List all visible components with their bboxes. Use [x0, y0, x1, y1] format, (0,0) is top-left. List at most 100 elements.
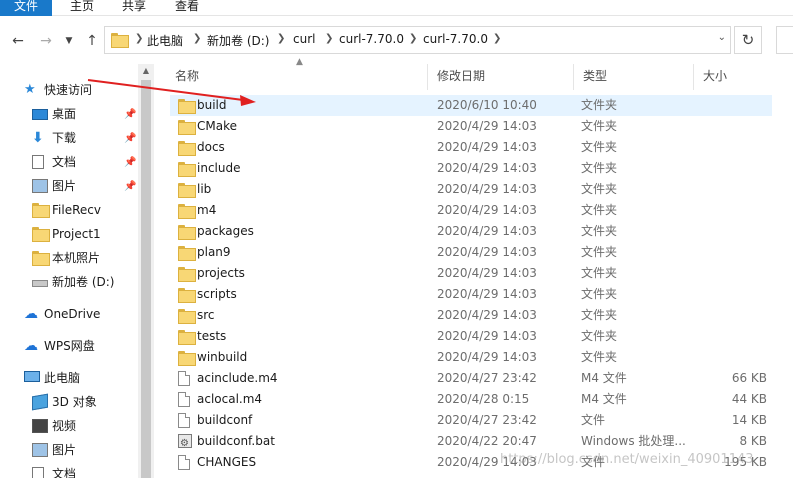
document-icon — [32, 155, 44, 169]
breadcrumb-this-pc[interactable]: 此电脑 — [147, 32, 183, 49]
folder-icon — [178, 225, 196, 240]
file-name: packages — [197, 224, 254, 238]
chevron-right-icon[interactable]: ❯ — [277, 33, 285, 44]
search-input[interactable] — [776, 26, 793, 54]
tab-view[interactable]: 查看 — [168, 0, 206, 16]
chevron-right-icon[interactable]: ❯ — [135, 33, 143, 44]
scroll-up-icon[interactable]: ▲ — [138, 66, 154, 75]
pin-icon[interactable]: 📌 — [124, 157, 136, 168]
file-name: build — [197, 98, 227, 112]
table-row[interactable]: lib 2020/4/29 14:03 文件夹 — [170, 179, 772, 200]
table-row[interactable]: CMake 2020/4/29 14:03 文件夹 — [170, 116, 772, 137]
breadcrumb-curl-version[interactable]: curl-7.70.0 — [339, 32, 404, 46]
tab-share[interactable]: 共享 — [116, 0, 152, 16]
modified-date: 2020/4/27 23:42 — [437, 413, 537, 427]
table-row[interactable]: buildconf.bat 2020/4/22 20:47 Windows 批处理.… — [170, 431, 772, 454]
ribbon-tabs: 文件 主页 共享 查看 — [0, 0, 793, 16]
computer-icon — [24, 371, 40, 382]
chevron-right-icon[interactable]: ❯ — [193, 33, 201, 44]
file-type: Windows 批处理... — [581, 434, 686, 448]
back-arrow-icon[interactable]: ← — [8, 32, 28, 50]
folder-icon — [178, 204, 196, 219]
file-type: 文件夹 — [581, 245, 618, 259]
table-row[interactable]: projects 2020/4/29 14:03 文件夹 — [170, 263, 772, 284]
chevron-down-icon[interactable]: ▼ — [62, 32, 76, 50]
folder-icon — [32, 251, 50, 266]
file-type: 文件夹 — [581, 203, 618, 217]
scrollbar-thumb[interactable] — [141, 80, 151, 478]
file-type: 文件夹 — [581, 140, 618, 154]
table-row[interactable]: packages 2020/4/29 14:03 文件夹 — [170, 221, 772, 242]
refresh-icon[interactable]: ↻ — [734, 26, 762, 54]
file-icon — [178, 371, 190, 386]
file-size: 8 KB — [739, 434, 767, 448]
forward-arrow-icon[interactable]: → — [36, 32, 56, 50]
column-header-name[interactable]: 名称 — [166, 64, 428, 90]
chevron-right-icon[interactable]: ❯ — [325, 33, 333, 44]
tab-file[interactable]: 文件 — [0, 0, 52, 16]
address-bar[interactable]: ❯ 此电脑 ❯ 新加卷 (D:) ❯ curl ❯ curl-7.70.0 ❯ … — [104, 26, 731, 54]
file-type: 文件夹 — [581, 119, 618, 133]
folder-icon — [32, 203, 50, 218]
table-row[interactable]: scripts 2020/4/29 14:03 文件夹 — [170, 284, 772, 305]
folder-icon — [178, 120, 196, 135]
folder-icon — [178, 267, 196, 282]
download-icon: ⬇ — [32, 130, 44, 146]
folder-icon — [111, 33, 129, 48]
file-type: 文件夹 — [581, 329, 618, 343]
star-icon: ★ — [24, 82, 36, 97]
folder-icon — [178, 162, 196, 177]
file-name: CMake — [197, 119, 237, 133]
document-icon — [32, 467, 44, 478]
table-row[interactable]: acinclude.m4 2020/4/27 23:42 M4 文件 66 KB — [170, 368, 772, 389]
chevron-down-icon[interactable]: ⌄ — [718, 32, 726, 43]
table-row[interactable]: docs 2020/4/29 14:03 文件夹 — [170, 137, 772, 158]
file-type: 文件夹 — [581, 266, 618, 280]
breadcrumb-curl[interactable]: curl — [293, 32, 315, 46]
chevron-right-icon[interactable]: ❯ — [409, 33, 417, 44]
modified-date: 2020/4/27 23:42 — [437, 371, 537, 385]
file-size: 14 KB — [731, 413, 767, 427]
file-name: m4 — [197, 203, 217, 217]
column-header-size[interactable]: 大小 — [694, 64, 770, 90]
modified-date: 2020/4/29 14:03 — [437, 161, 537, 175]
folder-icon — [178, 99, 196, 114]
table-row[interactable]: aclocal.m4 2020/4/28 0:15 M4 文件 44 KB — [170, 389, 772, 410]
breadcrumb-curl-version-inner[interactable]: curl-7.70.0 — [423, 32, 488, 46]
file-icon — [178, 413, 190, 428]
table-row[interactable]: src 2020/4/29 14:03 文件夹 — [170, 305, 772, 326]
file-type: M4 文件 — [581, 392, 627, 406]
table-row[interactable]: tests 2020/4/29 14:03 文件夹 — [170, 326, 772, 347]
file-type: 文件夹 — [581, 98, 618, 112]
pin-icon[interactable]: 📌 — [124, 109, 136, 120]
sidebar-scrollbar[interactable]: ▲ — [138, 64, 154, 478]
file-name: aclocal.m4 — [197, 392, 263, 406]
modified-date: 2020/4/29 14:03 — [437, 329, 537, 343]
table-row[interactable]: m4 2020/4/29 14:03 文件夹 — [170, 200, 772, 221]
wps-cloud-icon: ☁ — [24, 338, 38, 354]
drive-icon — [32, 280, 48, 287]
column-header-type[interactable]: 类型 — [574, 64, 694, 90]
modified-date: 2020/4/29 14:03 — [437, 287, 537, 301]
file-name: lib — [197, 182, 212, 196]
table-row[interactable]: plan9 2020/4/29 14:03 文件夹 — [170, 242, 772, 263]
modified-date: 2020/4/29 14:03 — [437, 245, 537, 259]
chevron-right-icon[interactable]: ❯ — [493, 33, 501, 44]
table-row[interactable]: winbuild 2020/4/29 14:03 文件夹 — [170, 347, 772, 368]
table-row[interactable]: build 2020/6/10 10:40 文件夹 — [170, 95, 772, 116]
up-arrow-icon[interactable]: ↑ — [82, 32, 102, 50]
pin-icon[interactable]: 📌 — [124, 181, 136, 192]
file-name: plan9 — [197, 245, 231, 259]
tab-home[interactable]: 主页 — [62, 0, 102, 16]
pin-icon[interactable]: 📌 — [124, 133, 136, 144]
file-type: 文件夹 — [581, 182, 618, 196]
column-header-date[interactable]: 修改日期 — [428, 64, 574, 90]
file-name: buildconf.bat — [197, 434, 275, 448]
table-row[interactable]: include 2020/4/29 14:03 文件夹 — [170, 158, 772, 179]
file-type: 文件夹 — [581, 224, 618, 238]
modified-date: 2020/4/29 14:03 — [437, 119, 537, 133]
3d-objects-icon — [32, 393, 48, 411]
breadcrumb-drive-d[interactable]: 新加卷 (D:) — [207, 32, 269, 49]
video-icon — [32, 419, 48, 433]
table-row[interactable]: buildconf 2020/4/27 23:42 文件 14 KB — [170, 410, 772, 431]
